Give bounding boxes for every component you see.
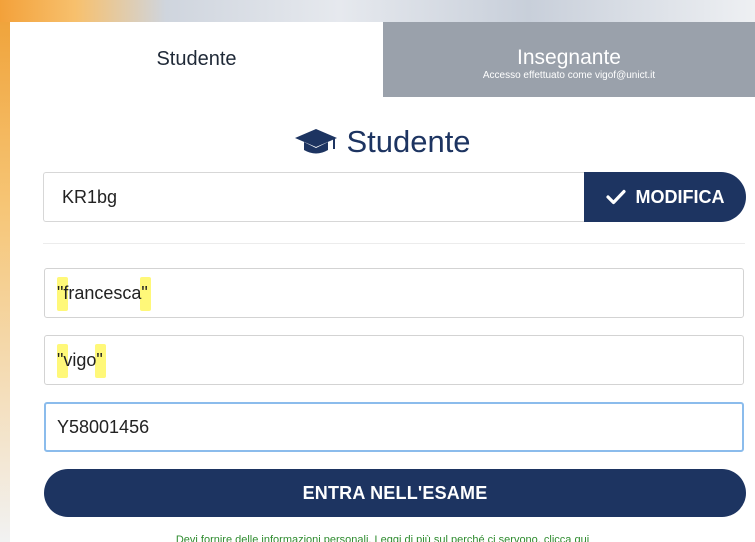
tab-student-label: Studente bbox=[156, 48, 237, 70]
divider bbox=[43, 243, 745, 244]
exam-code-field[interactable]: KR1bg bbox=[43, 172, 603, 222]
first-name-value: "francesca" bbox=[57, 269, 151, 317]
student-id-field[interactable]: Y58001456 bbox=[44, 402, 744, 452]
tab-teacher-subtitle: Accesso effettuato come vigof@unict.it bbox=[482, 70, 656, 81]
enter-exam-button-label: ENTRA NELL'ESAME bbox=[302, 482, 488, 503]
first-name-text: "francesca" bbox=[57, 283, 148, 303]
tab-student[interactable]: Studente bbox=[10, 22, 383, 97]
tab-teacher-label: Insegnante bbox=[517, 46, 621, 69]
left-background-edge bbox=[0, 22, 10, 542]
check-icon bbox=[605, 189, 626, 205]
first-name-field[interactable]: "francesca" bbox=[44, 268, 744, 318]
student-id-text: Y58001456 bbox=[57, 417, 150, 437]
last-name-text: "vigo" bbox=[57, 350, 103, 370]
page-title: Studente bbox=[10, 122, 755, 162]
page-title-text: Studente bbox=[346, 124, 471, 159]
privacy-note-text: Devi fornire delle informazioni personal… bbox=[175, 534, 590, 542]
tab-teacher[interactable]: Insegnante Accesso effettuato come vigof… bbox=[383, 22, 755, 97]
last-name-value: "vigo" bbox=[57, 336, 106, 384]
last-name-field[interactable]: "vigo" bbox=[44, 335, 744, 385]
modifica-button[interactable]: MODIFICA bbox=[584, 172, 746, 222]
top-background-strip bbox=[0, 0, 755, 22]
login-card: Studente Insegnante Accesso effettuato c… bbox=[10, 22, 755, 542]
role-tabs: Studente Insegnante Accesso effettuato c… bbox=[10, 22, 755, 97]
privacy-note[interactable]: Devi fornire delle informazioni personal… bbox=[10, 534, 755, 542]
exam-code-row: KR1bg MODIFICA bbox=[43, 172, 746, 222]
modifica-button-label: MODIFICA bbox=[635, 186, 725, 207]
graduation-cap-icon bbox=[295, 129, 338, 154]
enter-exam-button[interactable]: ENTRA NELL'ESAME bbox=[44, 469, 746, 517]
